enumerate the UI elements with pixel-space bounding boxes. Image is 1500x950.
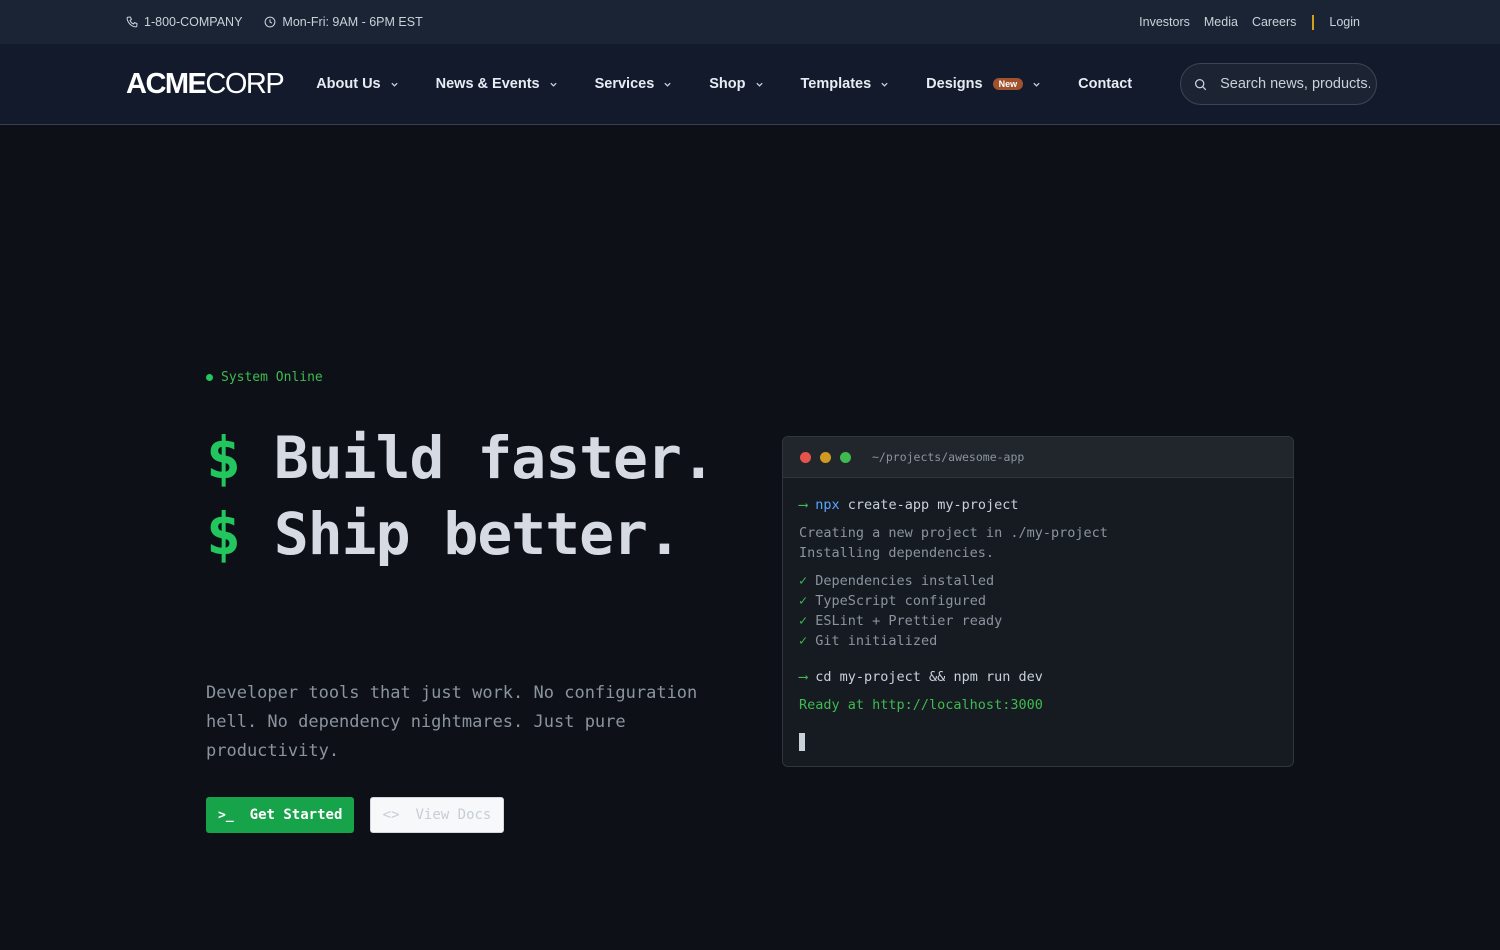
- terminal-icon: >_: [218, 807, 234, 823]
- main-nav: About Us News & Events Services Shop Tem…: [316, 76, 1169, 92]
- business-hours: Mon-Fri: 9AM - 6PM EST: [282, 15, 423, 29]
- prompt-arrow-icon: ⟶: [799, 669, 808, 685]
- logo-bold-text: ACME: [126, 67, 207, 100]
- careers-link[interactable]: Careers: [1252, 15, 1296, 29]
- check-icon: ✓: [799, 573, 808, 589]
- terminal-command-2: ⟶ cd my-project && npm run dev: [799, 667, 1277, 687]
- topbar-separator: [1312, 14, 1315, 30]
- hero-description: Developer tools that just work. No confi…: [206, 683, 698, 761]
- check-text: TypeScript configured: [815, 593, 986, 609]
- nav-shop-label: Shop: [709, 76, 746, 92]
- nav-news-events[interactable]: News & Events: [436, 76, 558, 92]
- terminal-ready-line: Ready at http://localhost:3000: [799, 697, 1043, 713]
- login-link[interactable]: Login: [1329, 15, 1360, 29]
- terminal-cursor: [799, 733, 805, 751]
- investors-link[interactable]: Investors: [1139, 15, 1190, 29]
- nav-designs-label: Designs: [926, 76, 983, 92]
- headline-line-1: Build faster.: [239, 424, 716, 492]
- nav-services-label: Services: [594, 76, 655, 92]
- prompt-symbol: $: [206, 424, 241, 492]
- nav-templates-label: Templates: [800, 76, 872, 92]
- chevron-down-icon: [755, 82, 763, 87]
- logo-light-text: CORP: [205, 67, 284, 100]
- phone-number: 1-800-COMPANY: [144, 15, 243, 29]
- terminal-check-line: ✓ TypeScript configured: [799, 591, 1277, 611]
- nav-news-label: News & Events: [435, 76, 540, 92]
- clock-icon: [265, 16, 276, 28]
- check-text: Git initialized: [815, 633, 938, 649]
- chevron-down-icon: [390, 82, 398, 87]
- terminal-check-line: ✓ Dependencies installed: [799, 571, 1277, 591]
- terminal-command-1: ⟶ npx create-app my-project: [799, 495, 1277, 515]
- main-header: ACMECORP About Us News & Events Services…: [0, 44, 1500, 125]
- nav-contact-label: Contact: [1078, 76, 1133, 92]
- get-started-label: Get Started: [249, 807, 343, 823]
- new-badge: New: [992, 78, 1024, 90]
- chevron-down-icon: [664, 82, 671, 87]
- terminal-window: ~/projects/awesome-app ⟶ npx create-app …: [782, 436, 1294, 767]
- search-box[interactable]: [1180, 63, 1378, 105]
- phone-info[interactable]: 1-800-COMPANY: [126, 15, 242, 29]
- command-binary: npx: [815, 497, 840, 513]
- search-input[interactable]: [1220, 76, 1371, 92]
- check-text: ESLint + Prettier ready: [815, 613, 1003, 629]
- terminal-check-line: ✓ ESLint + Prettier ready: [799, 611, 1277, 631]
- terminal-path: ~/projects/awesome-app: [872, 450, 1025, 464]
- hours-info: Mon-Fri: 9AM - 6PM EST: [264, 15, 423, 29]
- command-args: create-app my-project: [839, 497, 1019, 513]
- check-icon: ✓: [799, 613, 808, 629]
- terminal-titlebar: ~/projects/awesome-app: [783, 437, 1293, 478]
- media-link[interactable]: Media: [1204, 15, 1238, 29]
- company-logo[interactable]: ACMECORP: [126, 67, 285, 101]
- maximize-dot-icon[interactable]: [840, 451, 851, 463]
- get-started-button[interactable]: >_ Get Started: [206, 797, 355, 833]
- view-docs-button[interactable]: <> View Docs: [370, 797, 504, 833]
- close-dot-icon[interactable]: [800, 451, 811, 463]
- minimize-dot-icon[interactable]: [820, 451, 831, 463]
- chevron-down-icon: [1033, 82, 1040, 87]
- top-utility-bar: 1-800-COMPANY Mon-Fri: 9AM - 6PM EST Inv…: [0, 0, 1500, 44]
- hero-section: System Online $ Build faster. $ Ship bet…: [0, 125, 1500, 950]
- nav-shop[interactable]: Shop: [709, 76, 763, 92]
- prompt-arrow-icon: ⟶: [799, 497, 808, 513]
- check-text: Dependencies installed: [815, 573, 995, 589]
- status-dot-icon: [206, 374, 213, 381]
- nav-about-label: About Us: [316, 76, 381, 92]
- check-icon: ✓: [799, 633, 808, 649]
- phone-icon: [126, 16, 138, 28]
- headline-line-2: Ship better.: [239, 500, 682, 568]
- nav-templates[interactable]: Templates: [801, 76, 890, 92]
- chevron-down-icon: [549, 82, 557, 87]
- status-label: System Online: [221, 370, 323, 385]
- check-icon: ✓: [799, 593, 808, 609]
- command-text: cd my-project && npm run dev: [807, 669, 1043, 685]
- terminal-output-line: Creating a new project in ./my-project: [799, 525, 1108, 541]
- terminal-output: ⟶ npx create-app my-project Creating a n…: [783, 478, 1293, 766]
- terminal-output-line: Installing dependencies.: [799, 545, 995, 561]
- terminal-check-line: ✓ Git initialized: [799, 631, 1277, 651]
- nav-designs[interactable]: Designs New: [926, 76, 1041, 92]
- chevron-down-icon: [881, 82, 888, 87]
- search-icon: [1195, 78, 1207, 90]
- nav-contact[interactable]: Contact: [1078, 76, 1132, 92]
- hero-headline: $ Build faster. $ Ship better.: [206, 420, 746, 572]
- prompt-symbol: $: [206, 500, 241, 568]
- code-icon: <>: [382, 807, 400, 823]
- nav-services[interactable]: Services: [595, 76, 673, 92]
- system-status: System Online: [206, 370, 323, 385]
- nav-about-us[interactable]: About Us: [316, 76, 398, 92]
- view-docs-label: View Docs: [415, 807, 492, 823]
